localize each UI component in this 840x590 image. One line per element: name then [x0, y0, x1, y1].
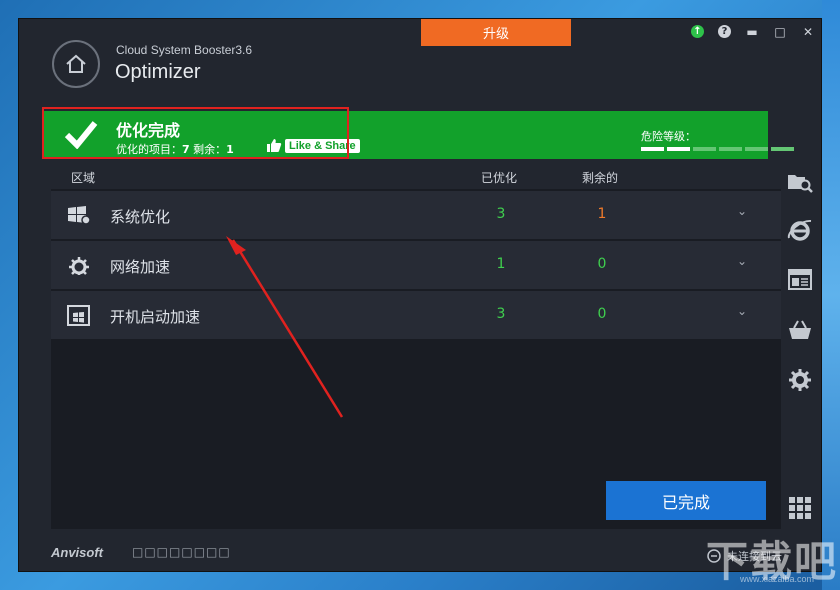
watermark-url: www.xiazaiba.com: [740, 574, 815, 584]
close-button[interactable]: ✕: [801, 25, 815, 39]
row-label: 网络加速: [110, 258, 171, 276]
danger-segment: [745, 147, 768, 151]
column-header-remaining: 剩余的: [582, 171, 619, 185]
layout-icon: [788, 269, 812, 290]
row-label: 开机启动加速: [110, 308, 201, 326]
window-controls: ↑ ? ▬ □ ✕: [691, 25, 815, 39]
minimize-button[interactable]: ▬: [745, 25, 759, 39]
scan-search-icon[interactable]: [787, 169, 813, 195]
row-label: 系统优化: [110, 208, 171, 226]
update-icon[interactable]: ↑: [691, 25, 704, 38]
maximize-button[interactable]: □: [773, 25, 787, 39]
row-remaining-count: 1: [597, 206, 607, 222]
home-button[interactable]: [52, 40, 100, 88]
upgrade-button[interactable]: 升级: [421, 19, 571, 46]
column-header-optimized: 已优化: [481, 171, 518, 185]
danger-level-label: 危险等级：: [641, 130, 696, 143]
startup-window-icon: [67, 305, 90, 326]
danger-segment: [719, 147, 742, 151]
chevron-down-icon[interactable]: ⌄: [737, 304, 747, 318]
folder-search-icon: [788, 175, 813, 193]
row-remaining-count: 0: [597, 306, 607, 322]
chevron-down-icon[interactable]: ⌄: [737, 204, 747, 218]
desktop-background-edge: [822, 0, 840, 590]
basket-icon: [789, 320, 811, 339]
apps-grid-icon[interactable]: [787, 495, 813, 521]
table-row[interactable]: 开机启动加速 3 0 ⌄: [51, 291, 781, 339]
gear-icon: [789, 369, 811, 391]
results-panel: [51, 189, 781, 529]
row-optimized-count: 3: [496, 306, 506, 322]
window-panel-icon[interactable]: [787, 267, 813, 293]
danger-segment: [667, 147, 690, 151]
windows-settings-icon: [68, 206, 91, 225]
danger-segment: [771, 147, 794, 151]
app-window: 升级 ↑ ? ▬ □ ✕ Cloud System Booster3.6 Opt…: [18, 18, 822, 572]
help-icon[interactable]: ?: [718, 25, 731, 38]
row-optimized-count: 3: [496, 206, 506, 222]
app-name: Cloud System Booster3.6: [116, 43, 253, 57]
page-title: Optimizer: [115, 61, 201, 83]
grid-icon: [789, 497, 811, 519]
brand-tagline: □□□□□□□□: [132, 545, 231, 559]
network-gear-icon: [69, 257, 89, 275]
danger-segment: [693, 147, 716, 151]
settings-gear-icon[interactable]: [787, 367, 813, 393]
toolbox-icon[interactable]: [787, 317, 813, 343]
home-icon: [66, 54, 86, 73]
table-row[interactable]: 系统优化 3 1 ⌄: [51, 191, 781, 239]
browser-icon[interactable]: [787, 217, 813, 243]
brand-logo: Anvisoft: [51, 545, 103, 560]
internet-explorer-icon: [787, 219, 812, 241]
table-row[interactable]: 网络加速 1 0 ⌄: [51, 241, 781, 289]
chevron-down-icon[interactable]: ⌄: [737, 254, 747, 268]
row-remaining-count: 0: [597, 256, 607, 272]
done-button[interactable]: 已完成: [606, 481, 766, 520]
annotation-highlight-box: [42, 107, 349, 159]
danger-segment: [641, 147, 664, 151]
column-header-area: 区域: [71, 171, 96, 185]
danger-level-meter: [641, 147, 794, 151]
row-optimized-count: 1: [496, 256, 506, 272]
